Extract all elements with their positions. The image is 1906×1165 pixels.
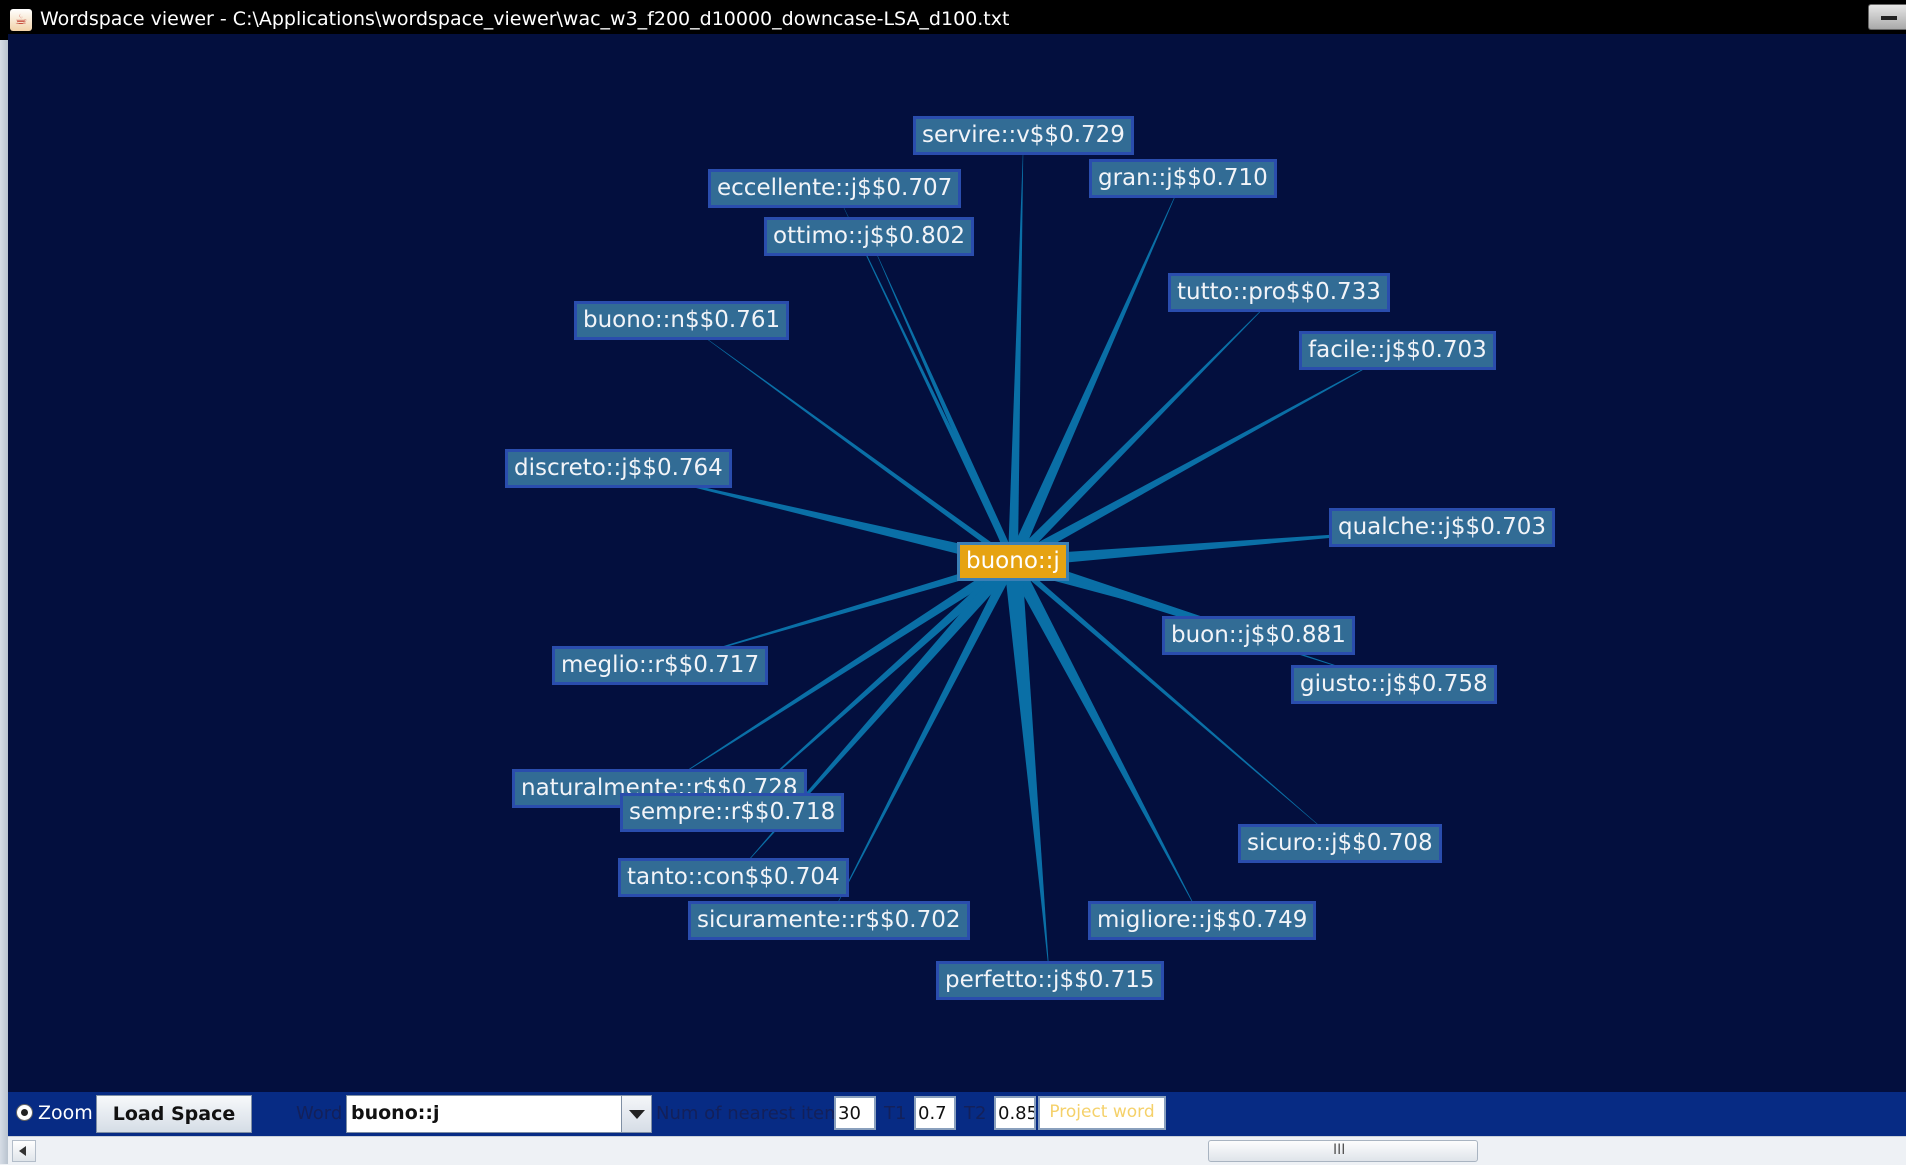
- window-title: Wordspace viewer - C:\Applications\words…: [40, 8, 1010, 30]
- word-combobox[interactable]: buono::j: [346, 1095, 652, 1133]
- scrollbar-grip: III: [1333, 1142, 1346, 1158]
- t1-input[interactable]: 0.7: [914, 1096, 956, 1130]
- neighbor-node[interactable]: eccellente::j$$0.707: [708, 169, 962, 208]
- neighbor-node[interactable]: giusto::j$$0.758: [1291, 665, 1497, 704]
- neighbor-node[interactable]: gran::j$$0.710: [1089, 159, 1277, 198]
- graph-canvas[interactable]: servire::v$$0.729 gran::j$$0.710 eccelle…: [8, 34, 1906, 1092]
- horizontal-scrollbar[interactable]: III: [8, 1136, 1906, 1165]
- neighbor-node[interactable]: tutto::pro$$0.733: [1168, 273, 1390, 312]
- word-label: Word: [296, 1103, 343, 1124]
- t1-label: T1: [884, 1103, 907, 1124]
- neighbor-node[interactable]: sempre::r$$0.718: [620, 793, 845, 832]
- num-nearest-input[interactable]: 30: [834, 1096, 876, 1130]
- center-word-node[interactable]: buono::j: [957, 542, 1069, 581]
- graph-edge: [1009, 292, 1279, 566]
- load-space-button[interactable]: Load Space: [96, 1095, 252, 1133]
- neighbor-node[interactable]: discreto::j$$0.764: [505, 449, 732, 488]
- project-word-button[interactable]: Project word: [1038, 1096, 1166, 1130]
- control-toolbar: Zoom Load Space Word buono::j Num of nea…: [8, 1092, 1906, 1136]
- neighbor-node[interactable]: facile::j$$0.703: [1299, 331, 1496, 370]
- graph-edge: [681, 320, 1015, 564]
- window-frame-left: [0, 40, 8, 1164]
- neighbor-node[interactable]: buon::j$$0.881: [1162, 616, 1355, 655]
- t2-label: T2: [964, 1103, 987, 1124]
- neighbor-node[interactable]: sicuramente::r$$0.702: [688, 901, 970, 940]
- scrollbar-thumb[interactable]: III: [1208, 1140, 1478, 1162]
- zoom-radio[interactable]: [16, 1104, 33, 1121]
- java-cup-icon: ☕: [10, 9, 32, 31]
- neighbor-node[interactable]: sicuro::j$$0.708: [1238, 824, 1442, 863]
- neighbor-node[interactable]: servire::v$$0.729: [913, 116, 1134, 155]
- zoom-label: Zoom: [38, 1102, 93, 1124]
- neighbor-node[interactable]: buono::n$$0.761: [574, 301, 790, 340]
- neighbor-node[interactable]: meglio::r$$0.717: [552, 646, 769, 685]
- neighbor-node[interactable]: perfetto::j$$0.715: [936, 961, 1164, 1000]
- scroll-left-button[interactable]: [12, 1140, 36, 1162]
- neighbor-node[interactable]: qualche::j$$0.703: [1329, 508, 1556, 547]
- graph-edge: [1007, 135, 1024, 562]
- graph-edge: [868, 236, 1017, 564]
- neighbor-node[interactable]: tanto::con$$0.704: [618, 858, 849, 897]
- chevron-down-icon[interactable]: [621, 1096, 651, 1132]
- word-value[interactable]: buono::j: [351, 1102, 439, 1124]
- t2-input[interactable]: 0.85: [994, 1096, 1036, 1130]
- graph-edge: [1007, 178, 1183, 564]
- neighbor-node[interactable]: ottimo::j$$0.802: [764, 217, 974, 256]
- num-nearest-label: Num of nearest item: [656, 1103, 842, 1124]
- neighbor-node[interactable]: migliore::j$$0.749: [1088, 901, 1317, 940]
- minimize-button[interactable]: [1868, 4, 1906, 30]
